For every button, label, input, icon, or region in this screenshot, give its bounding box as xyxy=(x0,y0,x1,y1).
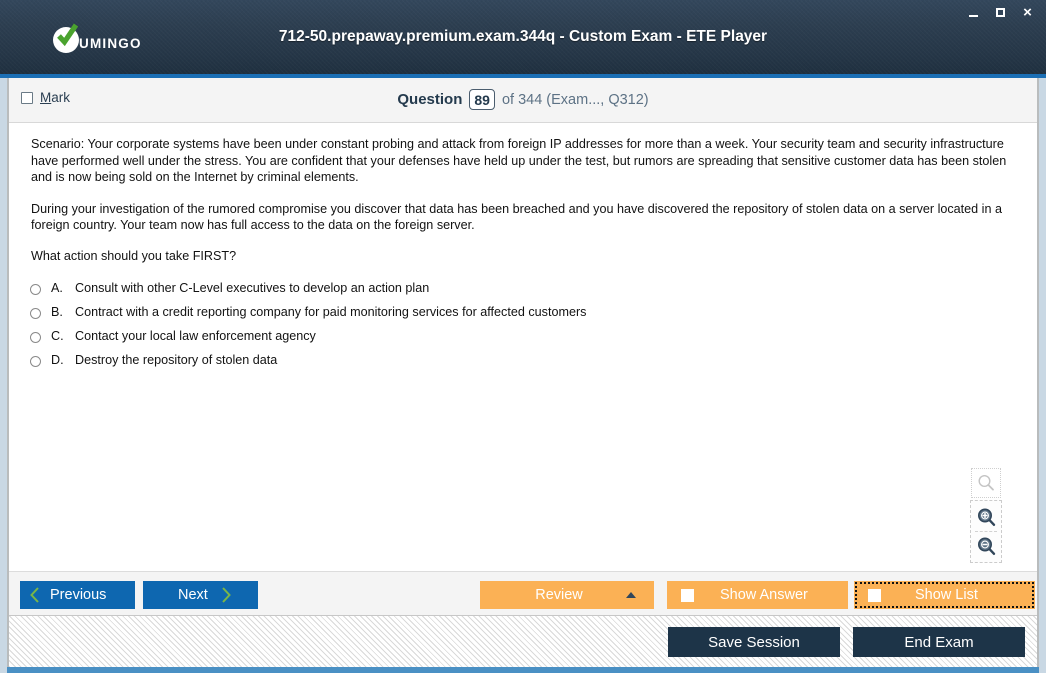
next-button[interactable]: Next xyxy=(143,581,258,609)
radio-icon[interactable] xyxy=(30,355,41,367)
previous-button-label: Previous xyxy=(50,587,107,603)
caret-up-icon xyxy=(626,592,636,598)
previous-button[interactable]: Previous xyxy=(20,581,135,609)
option-text: Contract with a credit reporting company… xyxy=(75,304,587,319)
magnifier-icon[interactable] xyxy=(971,468,1001,498)
option-letter: B. xyxy=(51,304,63,319)
question-word: Question xyxy=(397,91,463,108)
review-button-label: Review xyxy=(535,587,583,603)
question-total-label: of 344 (Exam..., Q312) xyxy=(501,91,649,108)
question-content: Scenario: Your corporate systems have be… xyxy=(9,123,1037,571)
scenario-text: Scenario: Your corporate systems have be… xyxy=(9,123,1037,234)
answer-options-list: A. Consult with other C-Level executives… xyxy=(9,263,1037,367)
title-bar[interactable]: UMINGO 712-50.prepaway.premium.exam.344q… xyxy=(0,0,1046,74)
footer-accent-bar xyxy=(7,667,1039,673)
question-number-input[interactable]: 89 xyxy=(469,89,495,110)
radio-icon[interactable] xyxy=(30,331,41,343)
zoom-button-stack xyxy=(970,500,1002,563)
question-counter: Question 89 of 344 (Exam..., Q312) xyxy=(9,89,1037,110)
answer-option-b[interactable]: B. Contract with a credit reporting comp… xyxy=(9,305,1037,319)
answer-option-d[interactable]: D. Destroy the repository of stolen data xyxy=(9,353,1037,367)
show-list-button-label: Show List xyxy=(915,587,978,603)
scenario-paragraph: During your investigation of the rumored… xyxy=(31,201,1002,233)
close-icon[interactable]: × xyxy=(1019,4,1036,21)
option-text: Consult with other C-Level executives to… xyxy=(75,280,430,295)
option-letter: D. xyxy=(51,352,64,367)
ete-player-window: UMINGO 712-50.prepaway.premium.exam.344q… xyxy=(0,0,1046,673)
option-letter: A. xyxy=(51,280,63,295)
end-exam-button[interactable]: End Exam xyxy=(853,627,1025,657)
zoom-in-glyph xyxy=(977,508,995,526)
zoom-in-icon[interactable] xyxy=(971,503,1001,531)
show-list-checkbox-icon xyxy=(868,588,881,602)
question-header: Mark Question 89 of 344 (Exam..., Q312) xyxy=(9,78,1037,123)
review-button[interactable]: Review xyxy=(480,581,654,609)
window-controls: × xyxy=(965,4,1036,21)
zoom-out-glyph xyxy=(977,537,995,555)
logo-wordmark: UMINGO xyxy=(79,35,142,51)
bottom-toolbar: Previous Next Review Show Answer Show Li… xyxy=(9,571,1037,615)
option-text: Destroy the repository of stolen data xyxy=(75,352,278,367)
maximize-icon[interactable] xyxy=(992,4,1009,21)
zoom-out-icon[interactable] xyxy=(971,532,1001,560)
radio-icon[interactable] xyxy=(30,283,41,295)
minimize-icon[interactable] xyxy=(965,4,982,21)
chevron-right-icon xyxy=(220,587,232,603)
scenario-paragraph: Scenario: Your corporate systems have be… xyxy=(31,137,1007,185)
save-session-button[interactable]: Save Session xyxy=(668,627,840,657)
close-glyph: × xyxy=(1023,4,1032,21)
window-title: 712-50.prepaway.premium.exam.344q - Cust… xyxy=(278,28,768,45)
show-list-button[interactable]: Show List xyxy=(854,581,1035,609)
chevron-left-icon xyxy=(29,587,41,603)
zoom-tools xyxy=(968,468,1004,563)
show-answer-button-label: Show Answer xyxy=(720,587,808,603)
answer-option-a[interactable]: A. Consult with other C-Level executives… xyxy=(9,281,1037,295)
next-button-label: Next xyxy=(178,587,208,603)
magnifier-glyph xyxy=(978,474,994,491)
option-text: Contact your local law enforcement agenc… xyxy=(75,328,316,343)
logo-circle-icon xyxy=(53,23,79,53)
footer-bar: Save Session End Exam xyxy=(9,615,1037,667)
show-answer-checkbox-icon xyxy=(681,588,694,602)
vumingo-logo: UMINGO xyxy=(53,23,142,53)
question-prompt: What action should you take FIRST? xyxy=(31,248,237,263)
radio-icon[interactable] xyxy=(30,307,41,319)
option-letter: C. xyxy=(51,328,64,343)
answer-option-c[interactable]: C. Contact your local law enforcement ag… xyxy=(9,329,1037,343)
show-answer-button[interactable]: Show Answer xyxy=(667,581,848,609)
checkmark-icon xyxy=(57,23,79,47)
